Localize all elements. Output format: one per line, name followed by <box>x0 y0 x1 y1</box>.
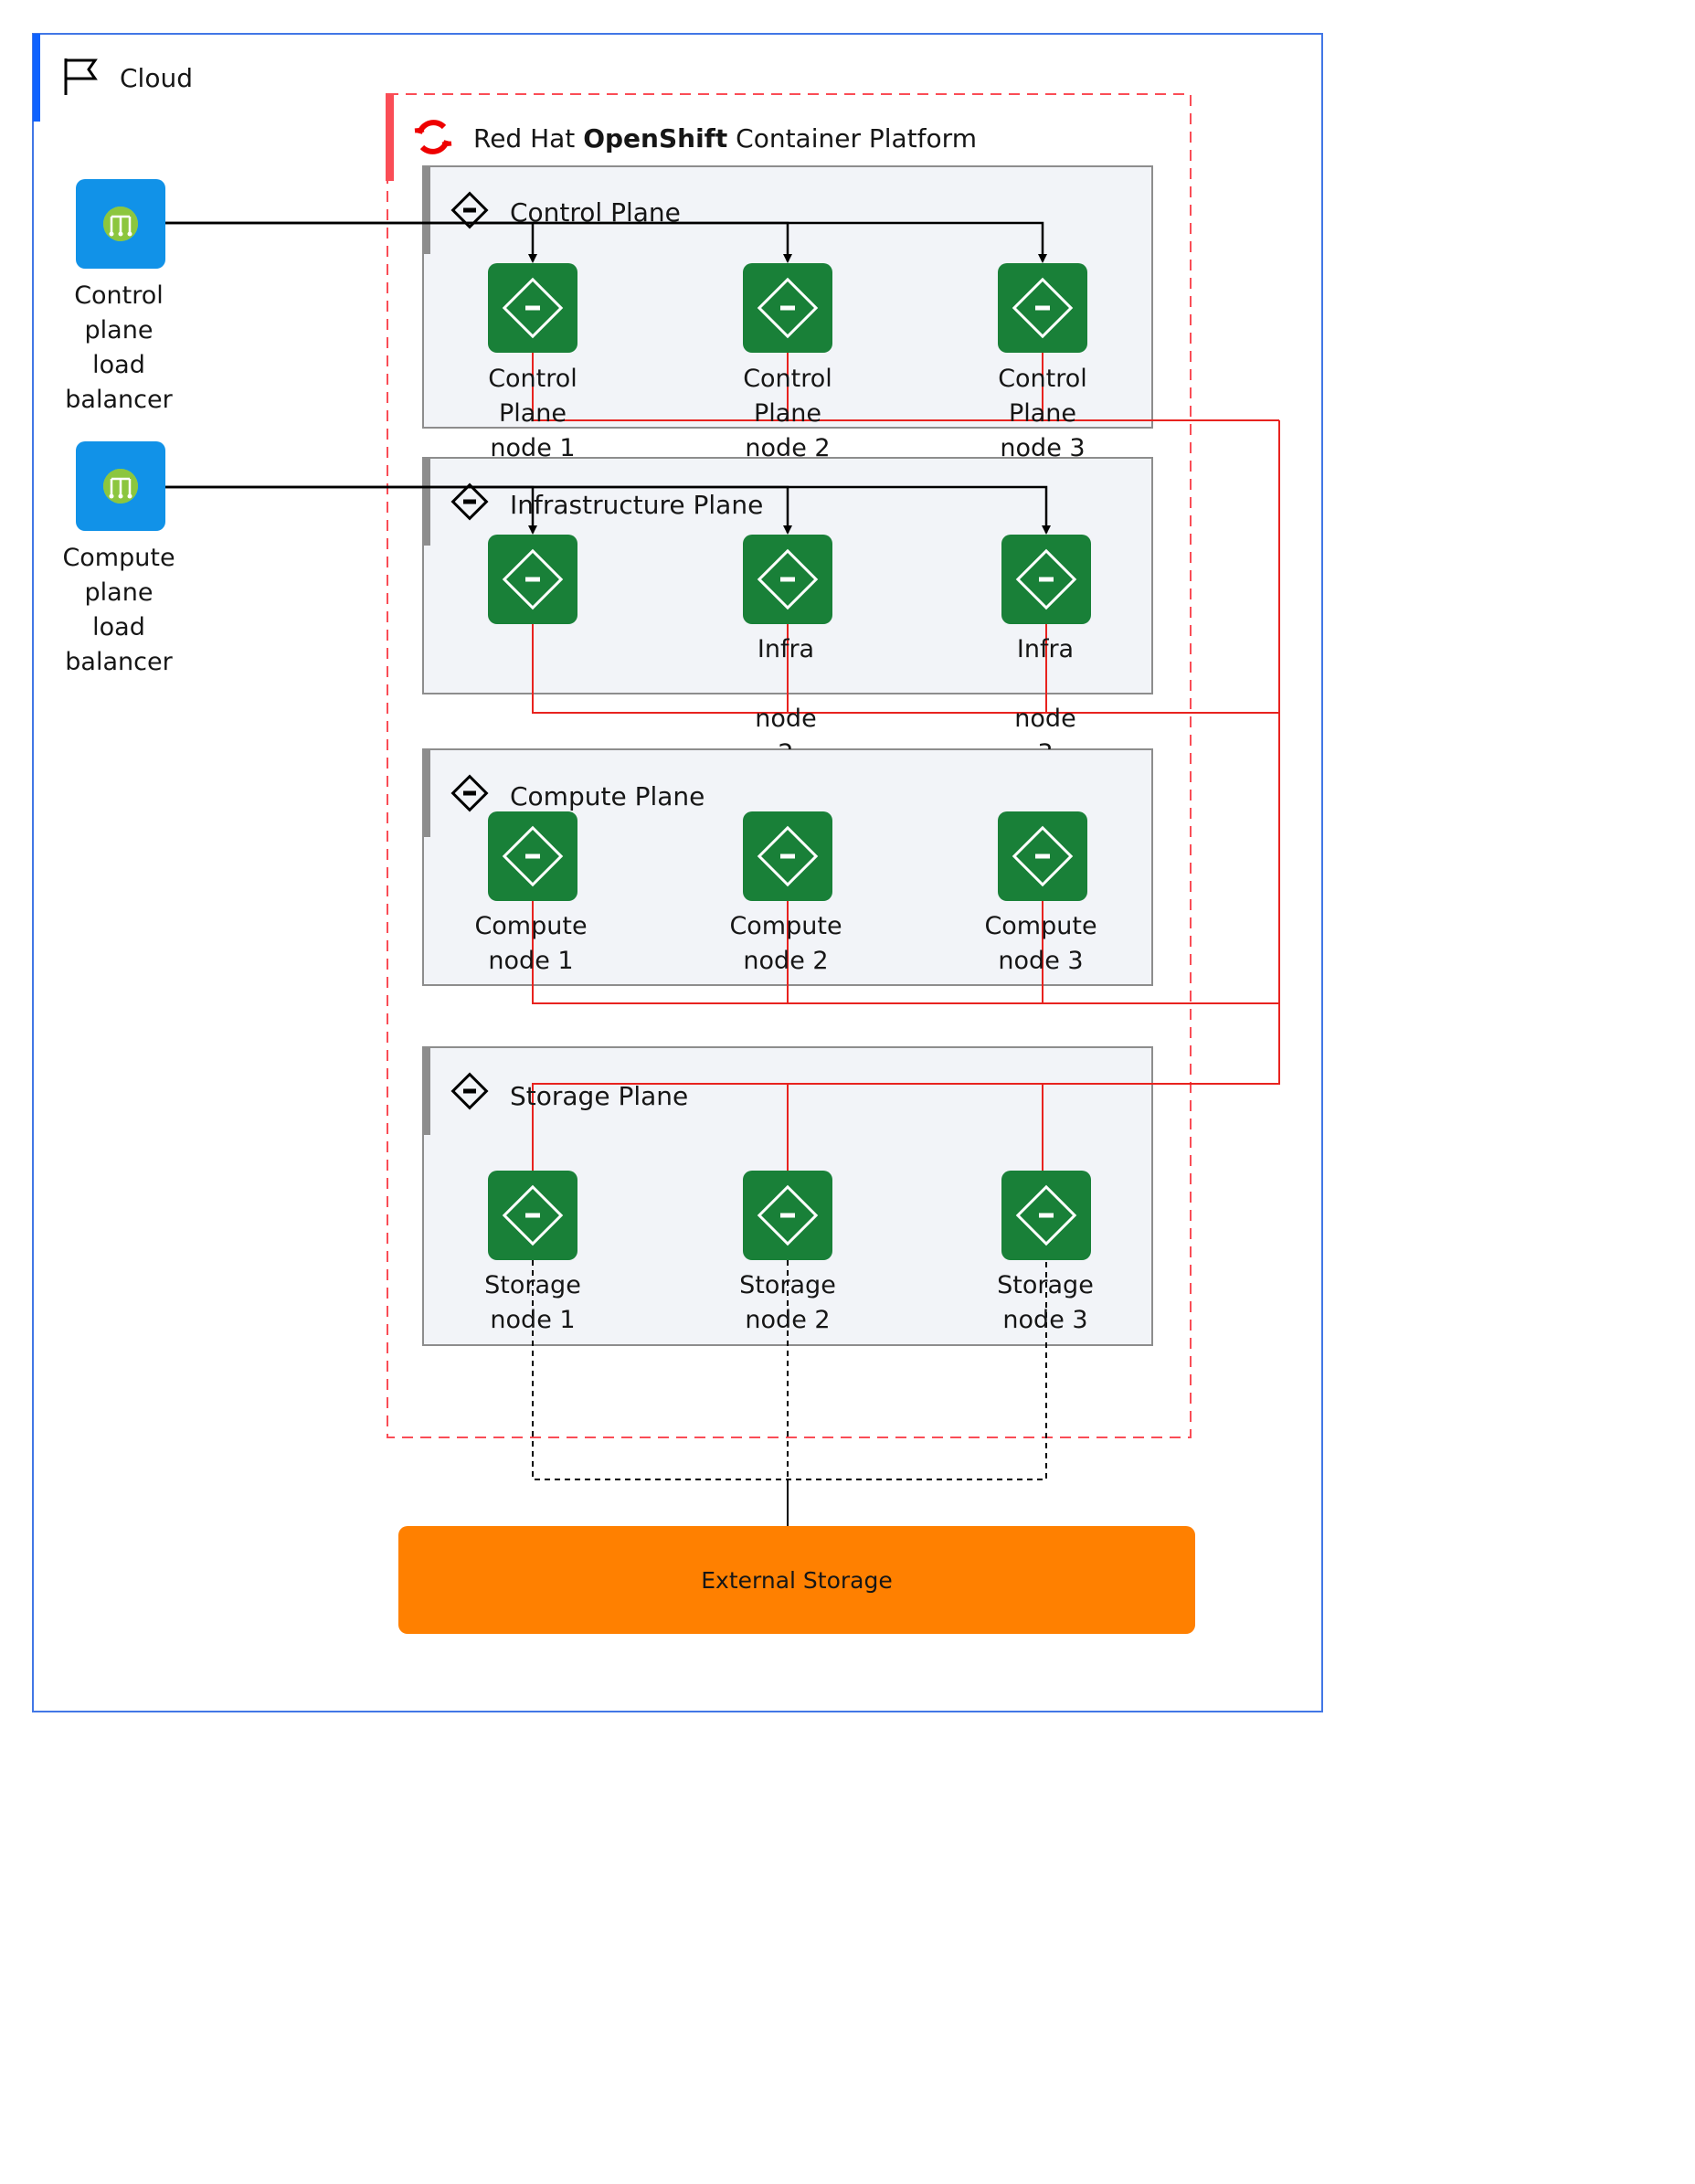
node-infra-3[interactable] <box>1001 535 1091 624</box>
node-control-1[interactable] <box>488 263 577 353</box>
node-storage-1[interactable] <box>488 1171 577 1260</box>
openshift-title-bold: OpenShift <box>583 123 728 154</box>
node-label-control-3: Control Plane node 3 <box>998 365 1087 462</box>
node-storage-2[interactable] <box>743 1171 832 1260</box>
lb-label-compute: Compute plane load balancer <box>62 544 175 676</box>
plane-title-compute: Compute Plane <box>510 781 705 811</box>
node-infra-1[interactable] <box>488 535 577 624</box>
node-label-storage-2: Storage node 2 <box>739 1271 836 1334</box>
lb-label-control: Control plane load balancer <box>65 281 173 414</box>
node-label-infra-3: Infra node 3 <box>1014 635 1076 749</box>
node-compute-2[interactable] <box>743 811 832 901</box>
node-label-control-1: Control Plane node 1 <box>488 365 577 462</box>
plane-title-control: Control Plane <box>510 197 681 228</box>
node-label-infra-2: Infra node 2 <box>755 635 817 749</box>
plane-accent-bar <box>423 749 430 837</box>
openshift-title-prefix: Red Hat <box>473 123 584 154</box>
openshift-accent-bar <box>386 93 394 181</box>
node-compute-3[interactable] <box>998 811 1087 901</box>
external-storage-box[interactable]: External Storage <box>398 1526 1195 1634</box>
cloud-accent-bar <box>33 34 40 122</box>
plane-title-infrastructure: Infrastructure Plane <box>510 490 764 520</box>
load-balancer-control[interactable] <box>76 179 165 269</box>
load-balancer-icon <box>101 467 140 505</box>
node-control-3[interactable] <box>998 263 1087 353</box>
node-label-storage-1: Storage node 1 <box>484 1271 581 1334</box>
node-label-compute-1: Compute node 1 <box>474 912 588 975</box>
node-label-compute-3: Compute node 3 <box>984 912 1097 975</box>
node-storage-3[interactable] <box>1001 1171 1091 1260</box>
plane-title-storage: Storage Plane <box>510 1081 689 1111</box>
node-compute-1[interactable] <box>488 811 577 901</box>
load-balancer-compute[interactable] <box>76 441 165 531</box>
plane-accent-bar <box>423 1047 430 1135</box>
load-balancer-icon <box>101 205 140 243</box>
plane-accent-bar <box>423 166 430 254</box>
plane-accent-bar <box>423 458 430 546</box>
node-control-2[interactable] <box>743 263 832 353</box>
node-label-control-2: Control Plane node 2 <box>743 365 832 462</box>
flag-icon <box>64 58 98 95</box>
openshift-title-suffix: Container Platform <box>727 123 977 154</box>
openshift-title: Red Hat OpenShift Container Platform <box>473 126 977 152</box>
openshift-logo-icon <box>414 120 452 154</box>
external-storage-label: External Storage <box>701 1566 893 1594</box>
node-infra-2[interactable] <box>743 535 832 624</box>
node-label-compute-2: Compute node 2 <box>729 912 842 975</box>
node-label-storage-3: Storage node 3 <box>997 1271 1094 1334</box>
cloud-title: Cloud <box>120 63 193 93</box>
